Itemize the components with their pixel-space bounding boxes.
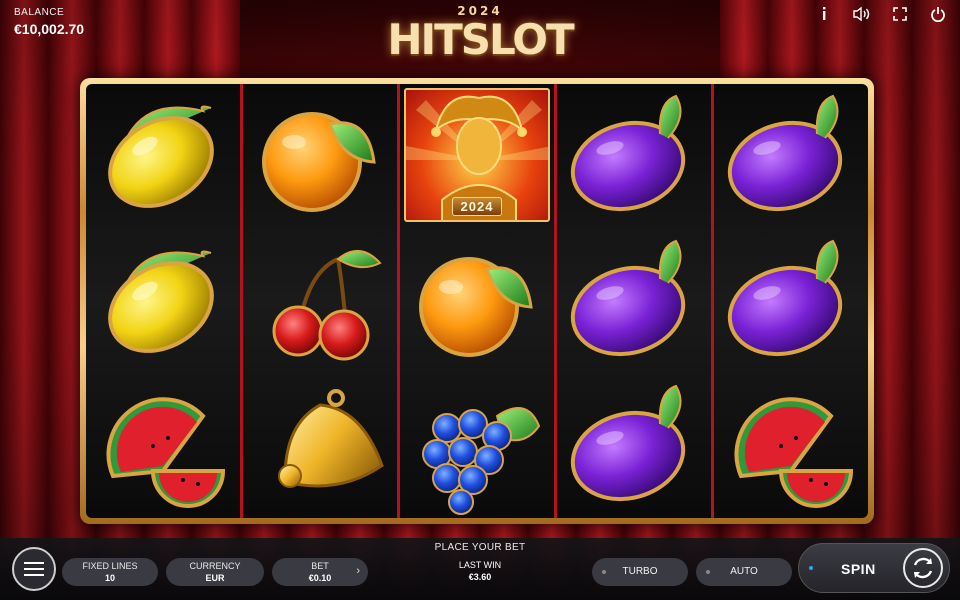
symbol-plum [714, 229, 868, 374]
bet-button[interactable]: BET €0.10 › [272, 558, 368, 586]
symbol-watermelon [86, 373, 240, 518]
plum-icon [570, 95, 686, 212]
symbol-cherry [243, 229, 397, 374]
reel-1 [86, 84, 240, 518]
sound-icon[interactable] [850, 4, 874, 24]
symbol-plum [714, 84, 868, 229]
fixed-lines-label: FIXED LINES [82, 561, 138, 571]
plum-icon [727, 239, 843, 357]
plum-icon [570, 384, 686, 501]
spin-button[interactable]: SPIN [798, 543, 950, 593]
spin-label: SPIN [841, 561, 876, 577]
auto-label: AUTO [730, 566, 758, 577]
reels: 2024 [86, 84, 868, 518]
balance-value: €10,002.70 [14, 21, 85, 37]
last-win-display: LAST WIN €3.60 [430, 559, 530, 583]
cherry-icon [272, 250, 382, 361]
power-icon[interactable] [926, 4, 950, 24]
last-win-label: LAST WIN [458, 560, 502, 570]
hamburger-icon [24, 568, 44, 570]
balance-display: BALANCE €10,002.70 [14, 7, 84, 37]
info-icon[interactable] [812, 4, 836, 24]
symbol-jester: 2024 [400, 84, 554, 229]
watermelon-icon [734, 397, 854, 508]
fixed-lines-button[interactable]: FIXED LINES 10 [62, 558, 158, 586]
currency-value: EUR [205, 573, 225, 583]
plum-icon [570, 239, 686, 357]
auto-indicator [706, 570, 710, 574]
currency-label: CURRENCY [189, 561, 241, 571]
reel-5 [711, 84, 868, 518]
menu-button[interactable] [12, 547, 56, 591]
orange-icon [419, 257, 533, 357]
place-bet-message: PLACE YOUR BET [434, 542, 526, 553]
fullscreen-icon[interactable] [888, 4, 912, 24]
turbo-label: TURBO [622, 566, 658, 577]
bet-label: BET [311, 561, 329, 571]
game-logo: 2024 HITSLOT [380, 4, 580, 62]
symbol-bell [243, 373, 397, 518]
last-win-value: €3.60 [468, 572, 492, 582]
jester-scatter: 2024 [404, 88, 550, 222]
symbol-orange [400, 229, 554, 374]
plum-icon [727, 95, 843, 212]
symbol-grapes [400, 373, 554, 518]
turbo-indicator [602, 570, 606, 574]
watermelon-icon [106, 397, 226, 508]
spin-icon[interactable] [903, 548, 943, 588]
fixed-lines-value: 10 [104, 573, 115, 583]
symbol-lemon [86, 229, 240, 374]
symbol-lemon [86, 84, 240, 229]
orange-icon [262, 112, 376, 213]
symbol-orange [243, 84, 397, 229]
balance-label: BALANCE [14, 7, 65, 18]
control-bar: PLACE YOUR BET FIXED LINES 10 CURRENCY E… [0, 538, 960, 600]
logo-name: HITSLOT [380, 18, 580, 62]
symbol-plum [557, 229, 711, 374]
grapes-icon [422, 406, 541, 515]
currency-button[interactable]: CURRENCY EUR [166, 558, 264, 586]
reel-4 [554, 84, 711, 518]
reel-2 [240, 84, 397, 518]
lemon-icon [108, 250, 214, 353]
reel-3: 2024 [397, 84, 554, 518]
logo-name-right: SLOT [460, 15, 575, 64]
bell-icon [278, 388, 384, 488]
symbol-plum [557, 84, 711, 229]
spin-indicator [809, 566, 813, 570]
turbo-button[interactable]: TURBO [592, 558, 688, 586]
reel-frame: 2024 [80, 78, 874, 524]
bet-value: €0.10 [308, 573, 332, 583]
symbol-plum [557, 373, 711, 518]
logo-name-left: HIT [387, 15, 462, 64]
chevron-right-icon: › [356, 565, 360, 577]
top-icons [812, 4, 950, 24]
symbol-watermelon [714, 373, 868, 518]
jester-badge: 2024 [451, 197, 503, 216]
auto-button[interactable]: AUTO [696, 558, 792, 586]
lemon-icon [108, 105, 214, 209]
